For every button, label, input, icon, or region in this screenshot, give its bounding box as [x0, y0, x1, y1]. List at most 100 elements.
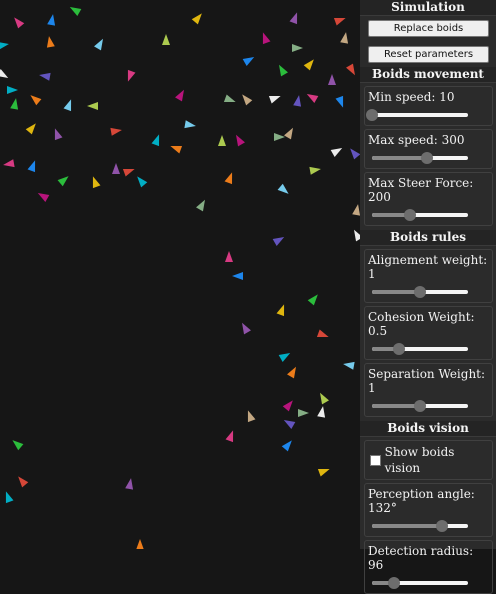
detection-radius-slider[interactable] — [372, 576, 468, 590]
cohesion-weight-label: Cohesion Weight: 0.5 — [368, 310, 475, 338]
boid — [0, 69, 9, 78]
boid — [94, 38, 103, 51]
boid — [225, 251, 233, 262]
min-speed-label: Min speed: 10 — [368, 90, 455, 104]
boid — [87, 102, 98, 110]
boid — [283, 420, 296, 429]
boid — [69, 7, 82, 16]
slider-fill — [372, 524, 443, 528]
boid — [137, 176, 148, 188]
boid — [272, 237, 285, 246]
boid — [25, 123, 36, 135]
slider-thumb[interactable] — [436, 520, 449, 532]
detection-radius-label: Detection radius: 96 — [368, 544, 474, 572]
perception-angle-slider[interactable] — [372, 519, 468, 533]
boid — [57, 176, 69, 187]
separation-weight-control: Separation Weight: 1 — [364, 363, 493, 417]
boid — [317, 406, 326, 418]
boid — [281, 440, 292, 452]
boid — [196, 199, 205, 212]
slider-thumb[interactable] — [414, 400, 426, 412]
replace-boids-button[interactable]: Replace boids — [368, 20, 489, 37]
boid — [236, 134, 245, 147]
boid — [63, 99, 72, 112]
boid — [268, 95, 281, 104]
boid — [282, 400, 293, 412]
min-speed-slider[interactable] — [366, 108, 468, 122]
slider-thumb[interactable] — [420, 152, 433, 164]
boid — [12, 440, 24, 451]
reset-parameters-button[interactable]: Reset parameters — [368, 46, 489, 63]
alignment-weight-slider[interactable] — [372, 285, 468, 299]
boid — [340, 32, 349, 44]
max-speed-slider[interactable] — [372, 151, 468, 165]
boid — [262, 32, 271, 45]
boid — [10, 98, 19, 110]
slider-fill — [372, 290, 420, 294]
boids-vision-header: Boids vision — [360, 421, 496, 437]
boid — [27, 160, 36, 173]
alignment-weight-control: Alignement weight: 1 — [364, 249, 493, 303]
simulation-canvas[interactable] — [0, 0, 360, 549]
simulation-header: Simulation — [360, 0, 496, 16]
slider-thumb[interactable] — [388, 577, 401, 589]
control-panel: Simulation Replace boids Reset parameter… — [360, 0, 496, 594]
slider-thumb[interactable] — [404, 209, 417, 221]
boid — [110, 127, 122, 136]
boid — [328, 74, 336, 85]
boid — [306, 94, 319, 103]
boid — [112, 163, 120, 174]
boid — [218, 135, 226, 146]
boid — [7, 86, 18, 94]
boid — [287, 366, 296, 379]
boid — [170, 145, 183, 154]
slider-thumb[interactable] — [392, 343, 405, 355]
separation-weight-label: Separation Weight: 1 — [368, 367, 486, 395]
boid — [3, 159, 15, 168]
separation-weight-slider[interactable] — [372, 399, 468, 413]
boid — [350, 148, 360, 160]
boid — [18, 476, 29, 488]
slider-thumb[interactable] — [414, 286, 426, 298]
boid — [92, 176, 101, 189]
cohesion-weight-control: Cohesion Weight: 0.5 — [364, 306, 493, 360]
boid — [320, 392, 329, 405]
max-steer-force-slider[interactable] — [372, 208, 468, 222]
show-vision-control: Show boids vision — [364, 440, 493, 480]
boid — [298, 409, 309, 417]
max-speed-control: Max speed: 300 — [364, 129, 493, 169]
boid — [242, 57, 255, 66]
perception-angle-label: Perception angle: 132° — [368, 487, 475, 515]
boid — [247, 410, 256, 423]
show-vision-checkbox[interactable] — [370, 454, 381, 466]
slider-thumb[interactable] — [366, 109, 378, 121]
boids-layer — [0, 7, 360, 549]
detection-radius-control: Detection radius: 96 — [364, 540, 493, 594]
boid — [303, 59, 314, 71]
boid — [184, 120, 196, 129]
boid — [289, 12, 298, 25]
boid — [225, 430, 234, 443]
boid — [346, 63, 355, 76]
boid — [293, 95, 302, 107]
boid — [343, 361, 355, 370]
boid — [47, 14, 56, 26]
slider-track — [372, 113, 468, 117]
slider-fill — [372, 404, 420, 408]
boid — [317, 468, 330, 477]
boid — [122, 168, 135, 177]
boid — [242, 322, 251, 335]
boid — [307, 294, 318, 306]
cohesion-weight-slider[interactable] — [372, 342, 468, 356]
max-steer-force-label: Max Steer Force: 200 — [368, 176, 474, 204]
max-steer-force-control: Max Steer Force: 200 — [364, 172, 493, 226]
boid — [224, 172, 233, 185]
boid — [279, 64, 288, 77]
show-vision-row[interactable]: Show boids vision — [368, 444, 489, 476]
boid — [0, 41, 9, 50]
boid — [14, 17, 25, 29]
boid — [54, 128, 63, 141]
boid — [136, 539, 144, 549]
boid — [5, 491, 14, 504]
boids-movement-header: Boids movement — [360, 67, 496, 83]
